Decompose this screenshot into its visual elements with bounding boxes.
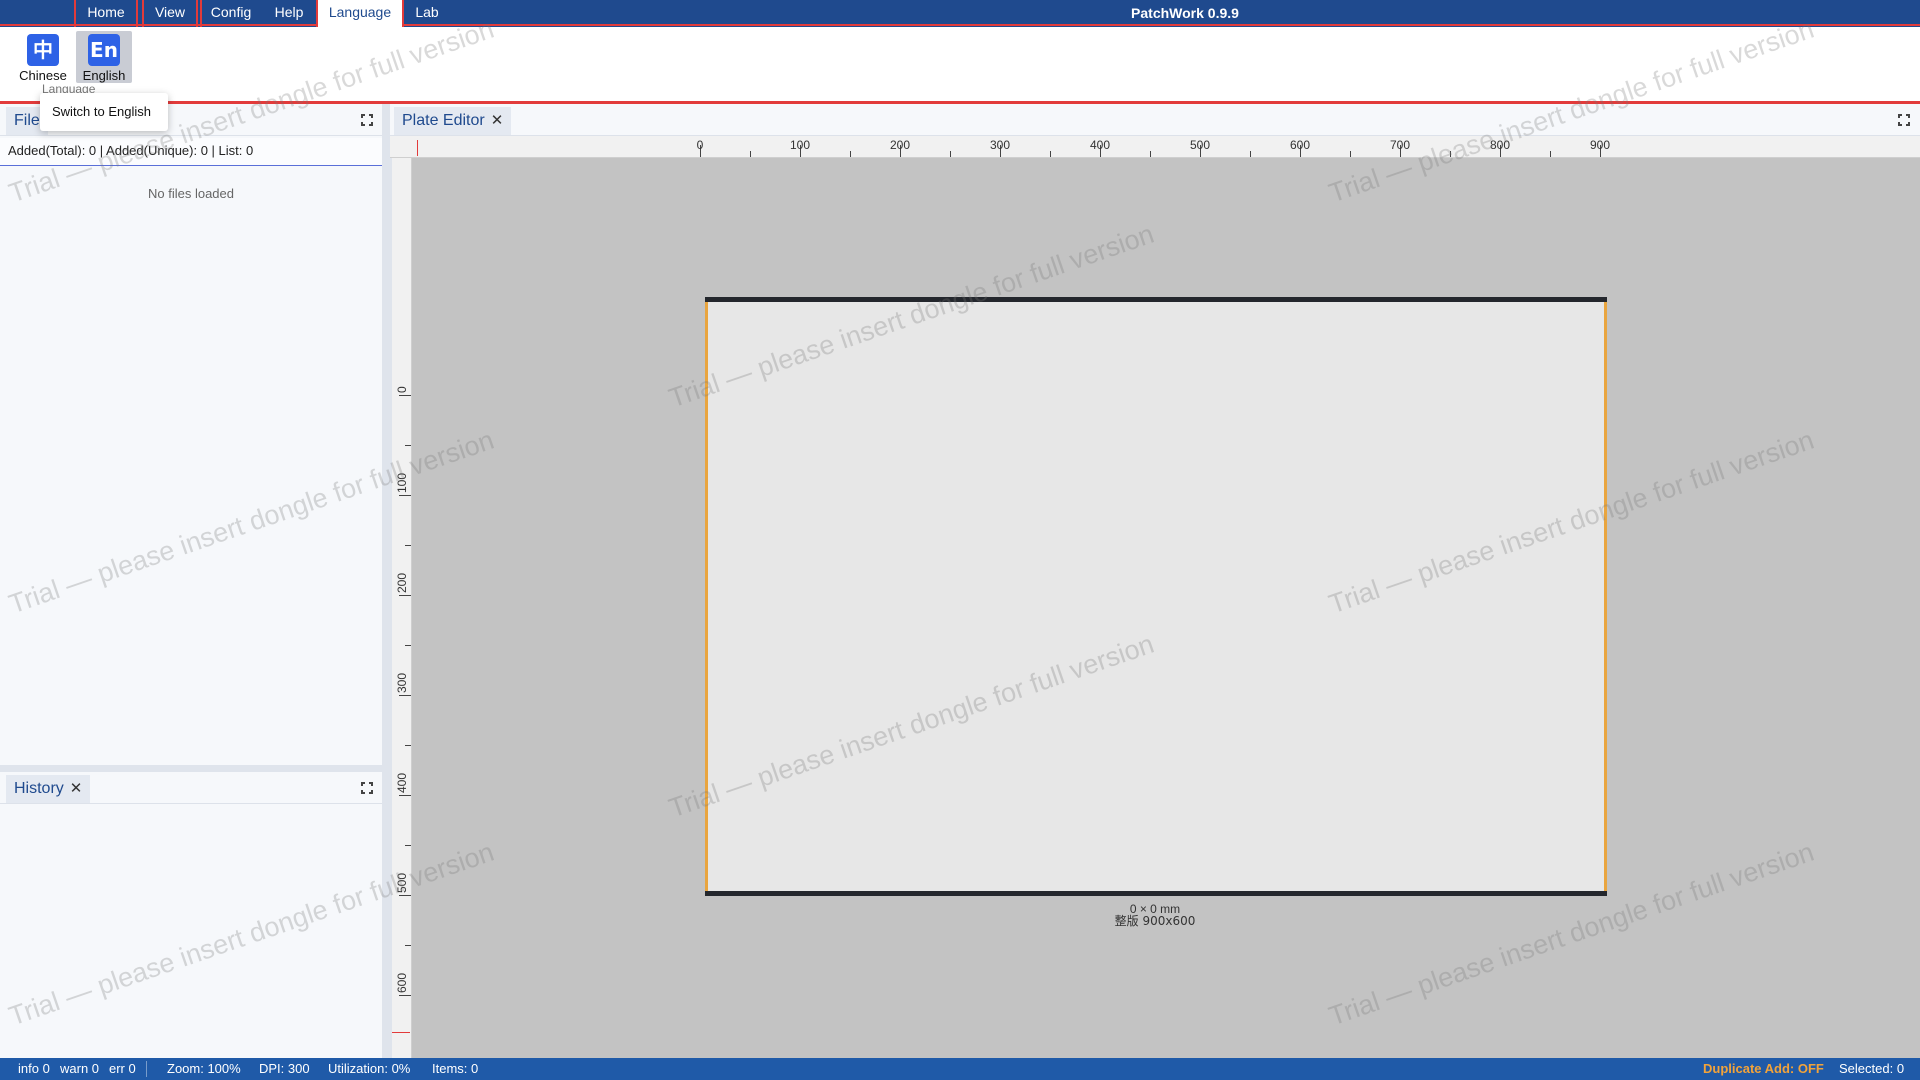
status-err: err 0 [109, 1061, 136, 1076]
chinese-icon: 中 [27, 34, 59, 66]
menu-language[interactable]: Language [316, 0, 404, 27]
history-panel-header: History ✕ [0, 772, 382, 804]
english-label: English [82, 68, 126, 83]
ruler-y-label: 0 [395, 386, 409, 393]
ruler-y-label: 200 [395, 572, 409, 593]
maximize-icon[interactable] [361, 114, 373, 126]
ruler-y-minor-tick [405, 945, 411, 946]
plate-right-margin [1604, 302, 1607, 891]
ruler-edge [390, 158, 392, 1058]
tab-files-label: File [14, 112, 40, 129]
tab-plate-editor[interactable]: Plate Editor ✕ [394, 107, 512, 135]
file-counts: Added(Total): 0 | Added(Unique): 0 | Lis… [0, 138, 382, 166]
ruler-x-label: 400 [1089, 138, 1111, 152]
menu-lab[interactable]: Lab [406, 0, 448, 27]
ruler-y-tick [399, 695, 411, 696]
status-warn: warn 0 [60, 1061, 100, 1076]
ruler-x-minor-tick [1450, 151, 1451, 157]
status-info: info 0 [18, 1061, 50, 1076]
menu-config[interactable]: Config [200, 0, 260, 27]
ruler-y-minor-tick [405, 845, 411, 846]
plate-bottom-edge [705, 891, 1607, 896]
panel-splitter[interactable] [0, 765, 382, 772]
ruler-x-minor-tick [1150, 151, 1151, 157]
tooltip: Switch to English [40, 93, 168, 131]
status-dpi: DPI: 300 [259, 1061, 310, 1076]
ruler-y-tick [399, 495, 411, 496]
ruler-x-label: 300 [989, 138, 1011, 152]
status-utilization: Utilization: 0% [328, 1061, 411, 1076]
ruler-y-label: 600 [395, 972, 409, 993]
tab-history[interactable]: History ✕ [6, 775, 91, 803]
english-button[interactable]: En English [76, 31, 132, 83]
status-bar: info 0 warn 0 err 0 Zoom: 100% DPI: 300 … [0, 1058, 1920, 1080]
menu-home[interactable]: Home [74, 0, 138, 27]
ruler-cursor-marker [392, 1032, 410, 1033]
menu-view[interactable]: View [142, 0, 198, 27]
menu-bar: Home View Config Help Language Lab Patch… [0, 0, 1920, 27]
status-separator [146, 1061, 147, 1077]
ruler-x-label: 900 [1589, 138, 1611, 152]
ruler-y-minor-tick [405, 545, 411, 546]
ruler-cursor-marker [417, 140, 418, 156]
ruler-y-label: 500 [395, 872, 409, 893]
ruler-x-label: 0 [696, 138, 704, 152]
maximize-icon[interactable] [361, 782, 373, 794]
ruler-x-minor-tick [1250, 151, 1251, 157]
ruler-y-tick [399, 595, 411, 596]
left-dock: File History ✕ [0, 104, 382, 1058]
empty-files-message: No files loaded [148, 186, 234, 201]
ruler-y-minor-tick [405, 445, 411, 446]
ruler-horizontal: 0 100 200 300 400 500 600 700 800 900 [390, 136, 1920, 158]
dock-splitter[interactable] [382, 104, 390, 1058]
ruler-vertical: 0 100 200 300 400 500 600 [390, 158, 412, 1058]
ribbon: 中 Chinese En English Language [0, 27, 1920, 104]
plate-left-margin [705, 302, 708, 891]
ruler-y-tick [399, 895, 411, 896]
ruler-y-tick [399, 995, 411, 996]
close-icon[interactable]: ✕ [70, 780, 83, 797]
status-zoom: Zoom: 100% [167, 1061, 241, 1076]
maximize-icon[interactable] [1898, 114, 1910, 126]
ruler-y-label: 300 [395, 672, 409, 693]
ruler-x-label: 200 [889, 138, 911, 152]
ruler-y-tick [399, 395, 411, 396]
english-icon: En [88, 34, 120, 66]
plate[interactable] [705, 297, 1607, 896]
ruler-x-label: 100 [789, 138, 811, 152]
ruler-y-tick [399, 795, 411, 796]
ruler-y-label: 400 [395, 772, 409, 793]
chinese-label: Chinese [19, 68, 67, 83]
chinese-button[interactable]: 中 Chinese [15, 31, 71, 83]
plate-top-edge [705, 297, 1607, 302]
ruler-x-label: 800 [1489, 138, 1511, 152]
ruler-x-label: 700 [1389, 138, 1411, 152]
close-icon[interactable]: ✕ [491, 112, 504, 129]
status-items: Items: 0 [432, 1061, 479, 1076]
duplicate-add-toggle[interactable]: Duplicate Add: OFF [1703, 1058, 1824, 1080]
ruler-x-minor-tick [1350, 151, 1351, 157]
plate-name: 整版 900x600 [1114, 914, 1196, 928]
ruler-x-minor-tick [950, 151, 951, 157]
ruler-x-minor-tick [1550, 151, 1551, 157]
tab-plate-editor-label: Plate Editor [402, 112, 485, 129]
ruler-y-label: 100 [395, 472, 409, 493]
ruler-x-minor-tick [1050, 151, 1051, 157]
menu-help[interactable]: Help [262, 0, 316, 27]
tab-history-label: History [14, 780, 64, 797]
ruler-y-minor-tick [405, 745, 411, 746]
status-selected: Selected: 0 [1839, 1061, 1905, 1076]
ruler-x-label: 500 [1189, 138, 1211, 152]
editor-header: Plate Editor ✕ [390, 104, 1920, 136]
ruler-x-minor-tick [750, 151, 751, 157]
ruler-x-label: 600 [1289, 138, 1311, 152]
ruler-x-minor-tick [850, 151, 851, 157]
ruler-y-minor-tick [405, 645, 411, 646]
